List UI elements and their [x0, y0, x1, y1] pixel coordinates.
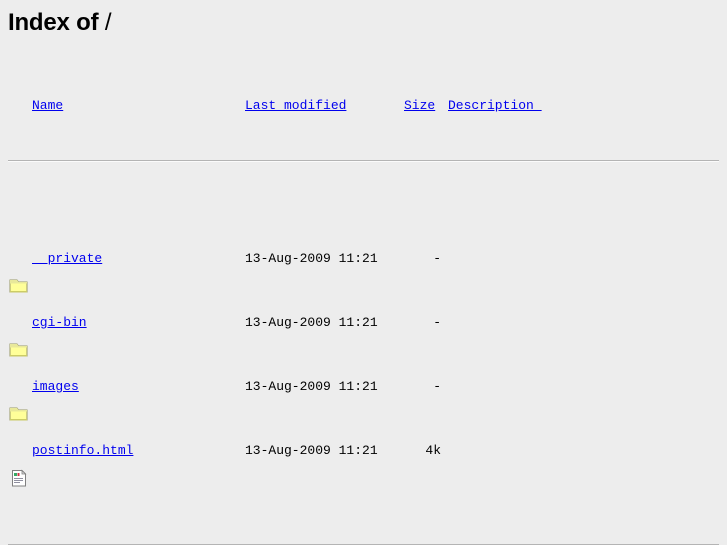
column-header-description[interactable]: Description [448, 99, 542, 112]
entry-name-link[interactable]: postinfo.html [32, 444, 133, 457]
listing-column-headers: Name Last modified Size Description [8, 99, 719, 121]
table-row: images 13-Aug-2009 11:21 - [8, 377, 719, 421]
file-rows: _private 13-Aug-2009 11:21 - cgi-bin 13-… [8, 201, 719, 505]
entry-size: 4k [425, 443, 441, 458]
page-title-prefix: Index of [8, 9, 99, 36]
table-row: postinfo.html 13-Aug-2009 11:21 4k [8, 441, 719, 487]
folder-icon [9, 314, 29, 357]
table-row: cgi-bin 13-Aug-2009 11:21 - [8, 313, 719, 357]
folder-icon [9, 378, 29, 421]
entry-modified: 13-Aug-2009 11:21 [245, 443, 378, 458]
entry-name-link[interactable]: cgi-bin [32, 316, 87, 329]
text-document-icon [9, 442, 29, 487]
entry-name-link[interactable]: _private [32, 252, 102, 265]
column-header-size[interactable]: Size [404, 99, 435, 112]
entry-modified: 13-Aug-2009 11:21 [245, 379, 378, 394]
entry-name-link[interactable]: images [32, 380, 79, 393]
column-header-last-modified[interactable]: Last modified [245, 99, 346, 112]
entry-size: - [433, 379, 441, 394]
entry-modified: 13-Aug-2009 11:21 [245, 315, 378, 330]
page-title: Index of / [8, 0, 719, 38]
directory-listing: Name Last modified Size Description _pri… [8, 60, 719, 545]
table-row: _private 13-Aug-2009 11:21 - [8, 249, 719, 293]
entry-size: - [433, 315, 441, 330]
directory-index-page: Index of / Name Last modified Size Descr… [0, 0, 727, 545]
folder-icon [9, 250, 29, 293]
page-title-path: / [104, 9, 112, 36]
entry-modified: 13-Aug-2009 11:21 [245, 251, 378, 266]
entry-size: - [433, 251, 441, 266]
header-divider [8, 160, 719, 162]
column-header-name[interactable]: Name [32, 99, 63, 112]
